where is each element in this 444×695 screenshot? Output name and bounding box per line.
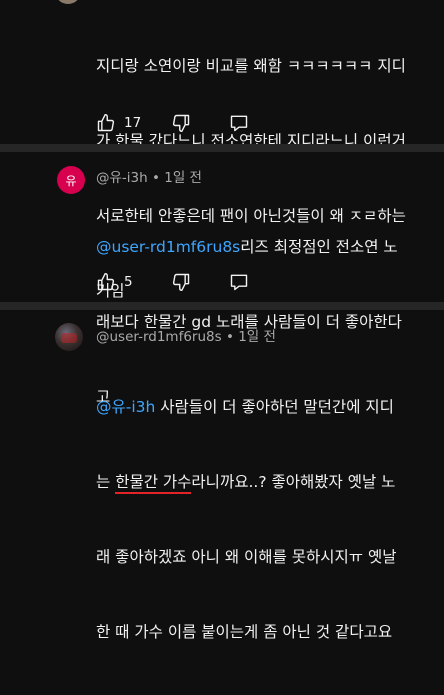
reply-button[interactable] — [229, 272, 249, 292]
separator — [0, 144, 444, 152]
avatar[interactable]: 유 — [57, 166, 85, 194]
comment-actions: 5 — [96, 272, 249, 292]
comment-time[interactable]: 1일 전 — [238, 329, 276, 345]
comment-line: 래 좋아하겠죠 아니 왜 이해를 못하시지ㅠ 옛날 — [96, 548, 397, 566]
comment-line: @유-i3h 사람들이 더 좋아하던 말던간에 지디 — [96, 398, 394, 416]
thumbs-down-icon — [171, 113, 191, 133]
dislike-button[interactable] — [171, 272, 191, 292]
comment-actions: 17 — [96, 113, 249, 133]
separator — [0, 302, 444, 310]
avatar[interactable] — [55, 0, 81, 4]
avatar-letter: 유 — [65, 173, 77, 188]
comment-line: 한 때 가수 이름 붙이는게 좀 아닌 것 같다고요 — [96, 623, 393, 641]
comment-meta: @user-rd1mf6ru8s • 1일 전 — [96, 329, 276, 345]
like-count: 17 — [124, 115, 142, 131]
mention-link[interactable]: @user-rd1mf6ru8s — [96, 238, 240, 256]
reply-button[interactable] — [229, 113, 249, 133]
comment-meta: @유-i3h • 1일 전 — [96, 170, 202, 186]
comment-line: 지디랑 소연이랑 비교를 왜함 ㅋㅋㅋㅋㅋㅋ 지디 — [96, 57, 406, 75]
avatar[interactable] — [55, 323, 83, 351]
mention-link[interactable]: @유-i3h — [96, 398, 155, 416]
reply-icon — [229, 272, 249, 292]
comment-line: @user-rd1mf6ru8s리즈 최정점인 전소연 노 — [96, 238, 398, 256]
like-button[interactable]: 17 — [96, 113, 141, 133]
like-count: 5 — [124, 274, 133, 290]
reply-icon — [229, 113, 249, 133]
underlined-phrase: 한물간 가수 — [115, 473, 192, 494]
thumbs-up-icon — [96, 113, 116, 133]
like-button[interactable]: 5 — [96, 272, 133, 292]
thumbs-up-icon — [96, 272, 116, 292]
author-name[interactable]: @유-i3h — [96, 170, 148, 186]
dislike-button[interactable] — [171, 113, 191, 133]
comment-line: 는 한물간 가수라니까요..? 좋아해봤자 옛날 노 — [96, 470, 436, 495]
comment-text: @유-i3h 사람들이 더 좋아하던 말던간에 지디 는 한물간 가수라니까요.… — [96, 345, 436, 695]
thumbs-down-icon — [171, 272, 191, 292]
author-name[interactable]: @user-rd1mf6ru8s — [96, 329, 222, 345]
comment-time[interactable]: 1일 전 — [164, 170, 202, 186]
